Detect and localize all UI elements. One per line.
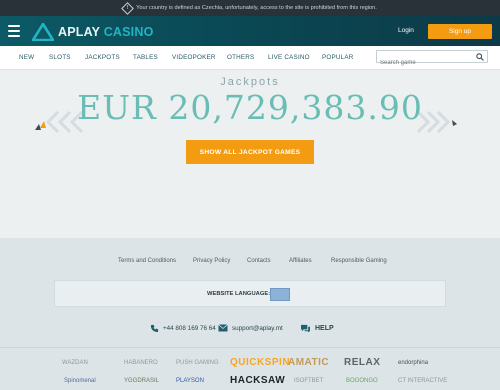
brand-name-part1: APLAY — [58, 25, 100, 39]
provider-logo-booongo[interactable]: BOOONGO — [346, 378, 378, 384]
brand-logo-text[interactable]: APLAY CASINO — [58, 25, 154, 39]
nav-item-jackpots[interactable]: JACKPOTS — [85, 54, 120, 61]
contact-phone[interactable]: +44 808 169 76 64 — [150, 324, 216, 333]
provider-logo-yggdrasil[interactable]: YGGDRASIL — [124, 378, 159, 384]
footer-link-privacy[interactable]: Privacy Policy — [193, 258, 230, 264]
provider-logo-habanero[interactable]: HABANERO — [124, 360, 158, 366]
site-header: APLAY CASINO Login Sign up — [0, 16, 500, 46]
search-icon[interactable] — [476, 53, 484, 61]
nav-item-new[interactable]: NEW — [19, 54, 34, 61]
game-search-box[interactable] — [376, 50, 488, 69]
show-all-jackpot-games-button[interactable]: SHOW ALL JACKPOT GAMES — [186, 140, 314, 164]
provider-logo-amatic[interactable]: AMATIC — [288, 357, 329, 368]
support-email: support@aplay.mt — [232, 324, 283, 332]
provider-logo-relax[interactable]: RELAX — [344, 357, 380, 368]
provider-logo-quickspin[interactable]: QUICKSPIN — [230, 357, 290, 368]
nav-item-slots[interactable]: SLOTS — [49, 54, 71, 61]
warning-diamond-icon: ! — [121, 1, 135, 15]
region-warning-banner: ! Your country is defined as Czechia, un… — [0, 0, 500, 16]
provider-logo-endorphina[interactable]: endorphina — [398, 360, 428, 366]
nav-item-videopoker[interactable]: VIDEOPOKER — [172, 54, 216, 61]
provider-logo-wazdan[interactable]: WAZDAN — [62, 360, 88, 366]
language-select[interactable] — [270, 288, 290, 301]
footer-link-responsible-gaming[interactable]: Responsible Gaming — [331, 258, 387, 264]
footer-link-terms[interactable]: Terms and Conditions — [118, 258, 176, 264]
phone-number: +44 808 169 76 64 — [163, 325, 216, 332]
nav-item-tables[interactable]: TABLES — [133, 54, 158, 61]
brand-name-part2: CASINO — [103, 25, 154, 39]
nav-item-others[interactable]: OTHERS — [227, 54, 254, 61]
signup-button[interactable]: Sign up — [428, 24, 492, 39]
contact-email[interactable]: support@aplay.mt — [218, 324, 283, 332]
help-link[interactable]: HELP — [300, 324, 334, 333]
game-search-input[interactable] — [377, 57, 470, 69]
aplay-logo-icon[interactable] — [32, 23, 54, 41]
provider-logo-hacksaw[interactable]: HACKSAW — [230, 375, 285, 386]
help-label: HELP — [315, 325, 334, 332]
website-language-label: WEBSITE LANGUAGE: — [207, 291, 271, 297]
mail-icon — [218, 324, 228, 332]
provider-logo-isoftbet[interactable]: ISOFTBET — [294, 378, 323, 384]
nav-item-popular[interactable]: POPULAR — [322, 54, 354, 61]
provider-logo-push-gaming[interactable]: PUSH GAMING — [176, 360, 219, 366]
provider-logo-playson[interactable]: PLAYSON — [176, 378, 204, 384]
jackpot-total-amount: EUR 20,729,383.90 — [77, 88, 423, 127]
provider-logo-ct-interactive[interactable]: CT INTERACTIVE — [398, 378, 447, 384]
region-warning-text: Your country is defined as Czechia, unfo… — [136, 5, 377, 11]
hamburger-menu-icon[interactable] — [8, 25, 20, 37]
phone-icon — [150, 324, 159, 333]
jackpots-heading: Jackpots — [220, 76, 280, 88]
nav-item-live-casino[interactable]: LIVE CASINO — [268, 54, 310, 61]
footer-divider — [0, 347, 500, 348]
chat-icon — [301, 324, 310, 333]
login-link[interactable]: Login — [398, 27, 414, 34]
footer-link-contacts[interactable]: Contacts — [247, 258, 271, 264]
provider-logo-spinomenal[interactable]: Spinomenal — [64, 378, 96, 384]
footer-link-affiliates[interactable]: Affiliates — [289, 258, 312, 264]
